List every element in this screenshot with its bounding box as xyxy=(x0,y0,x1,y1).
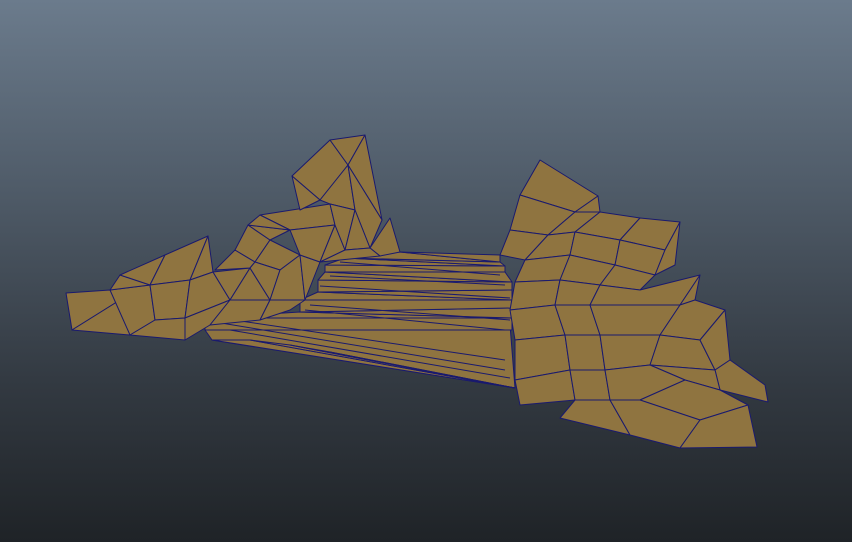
right-rocks xyxy=(499,159,769,449)
rock-face xyxy=(149,279,191,321)
rock-face xyxy=(564,334,606,371)
3d-viewport[interactable] xyxy=(0,0,852,542)
rock-stairs-mesh[interactable] xyxy=(0,0,852,542)
rock-face xyxy=(569,369,611,401)
